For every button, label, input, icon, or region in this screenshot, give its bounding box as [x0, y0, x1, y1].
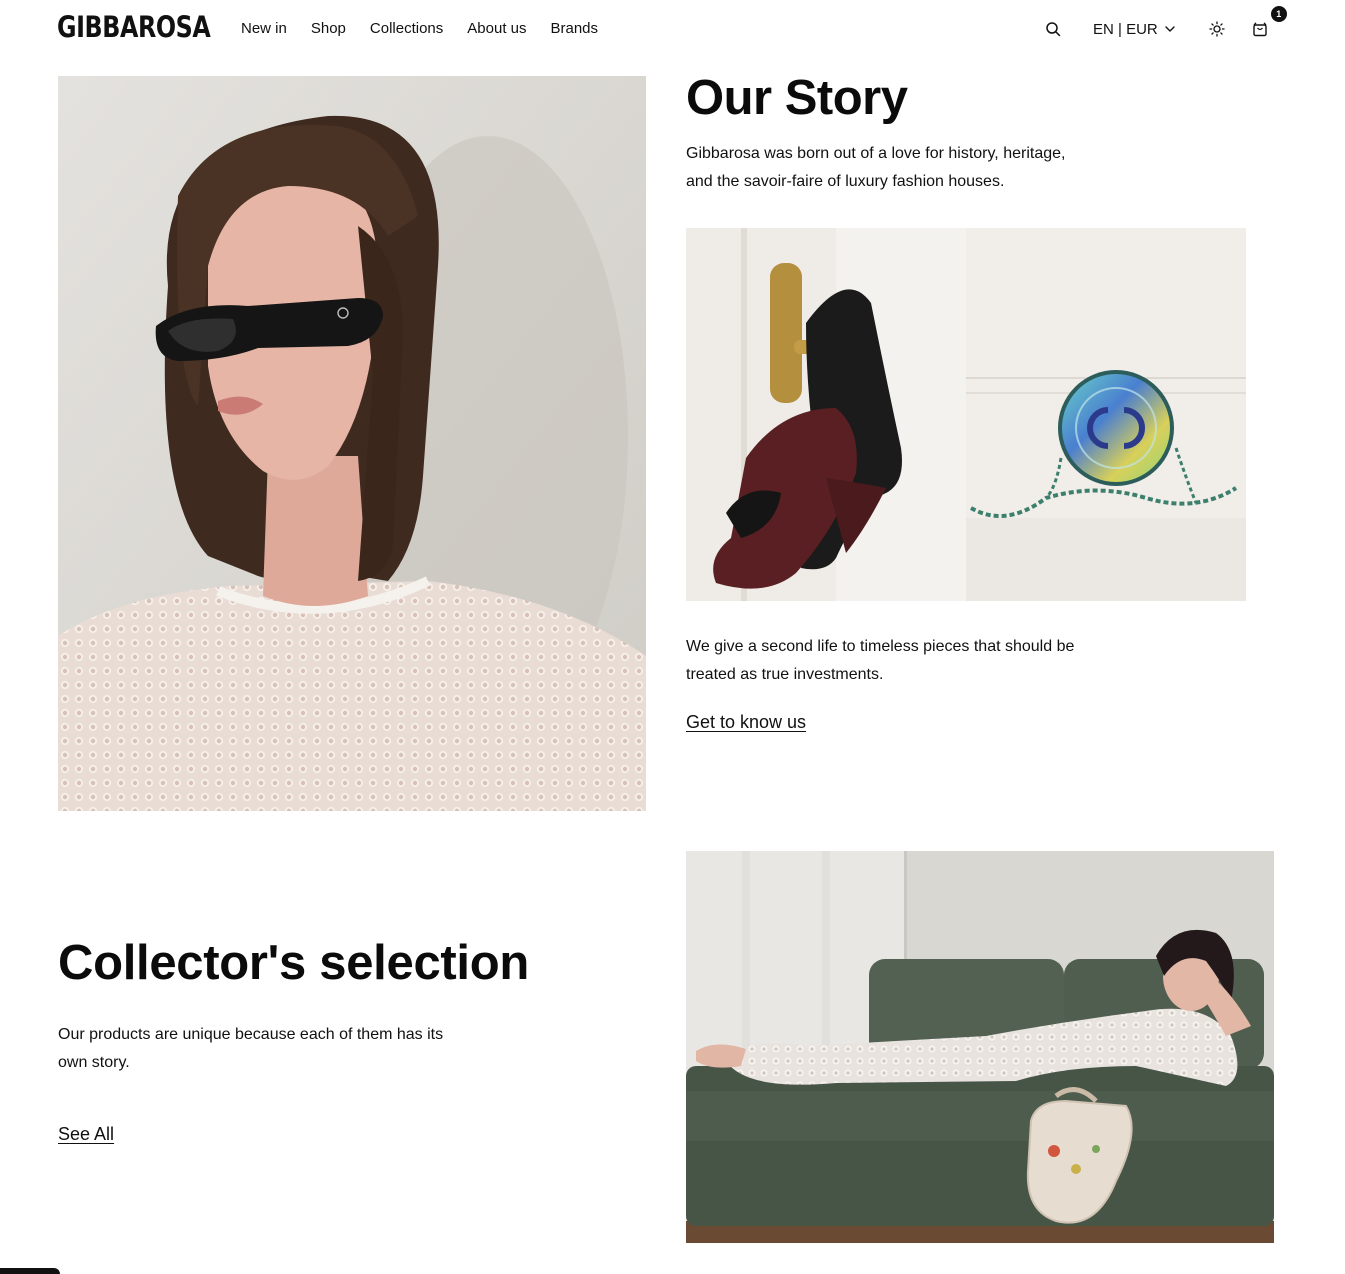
site-header: GIBBAROSA New in Shop Collections About … [0, 0, 1345, 58]
collectors-body: Our products are unique because each of … [58, 1026, 444, 1071]
brand-logo[interactable]: GIBBAROSA [57, 10, 211, 44]
bag-image [966, 228, 1246, 601]
search-icon [1046, 22, 1061, 37]
sofa-image [686, 851, 1274, 1243]
locale-selector[interactable]: EN | EUR [1093, 21, 1176, 38]
story-intro: Gibbarosa was born out of a love for his… [686, 145, 1066, 190]
cart-count-badge: 1 [1270, 6, 1287, 22]
cart-button[interactable]: 1 [1247, 6, 1287, 44]
bag-illustration [966, 228, 1246, 601]
page: GIBBAROSA New in Shop Collections About … [0, 0, 1345, 1274]
nav-item-shop[interactable]: Shop [311, 20, 346, 37]
collectors-title: Collector's selection [58, 936, 529, 990]
shopping-bag-icon [1253, 22, 1267, 37]
chevron-down-icon [1165, 26, 1175, 32]
shoes-image [686, 228, 966, 601]
sun-icon [1209, 21, 1225, 37]
header-utilities: EN | EUR 1 [1040, 6, 1287, 44]
portrait-image [58, 76, 646, 811]
nav-item-brands[interactable]: Brands [551, 20, 599, 37]
locale-label: EN | EUR [1093, 20, 1158, 38]
see-all-link[interactable]: See All [58, 1124, 114, 1145]
sofa-illustration [686, 851, 1274, 1243]
nav-item-collections[interactable]: Collections [370, 20, 443, 37]
story-body: We give a second life to timeless pieces… [686, 638, 1075, 683]
portrait-illustration [58, 76, 646, 811]
nav-item-new-in[interactable]: New in [241, 20, 287, 37]
shoes-illustration [686, 228, 966, 601]
bottom-widget-tab[interactable] [0, 1268, 60, 1274]
story-title: Our Story [686, 71, 908, 125]
nav-item-about-us[interactable]: About us [467, 20, 526, 37]
main-nav: New in Shop Collections About us Brands [241, 20, 598, 37]
search-button[interactable] [1040, 14, 1066, 44]
theme-toggle-button[interactable] [1204, 14, 1230, 44]
get-to-know-us-link[interactable]: Get to know us [686, 712, 806, 733]
